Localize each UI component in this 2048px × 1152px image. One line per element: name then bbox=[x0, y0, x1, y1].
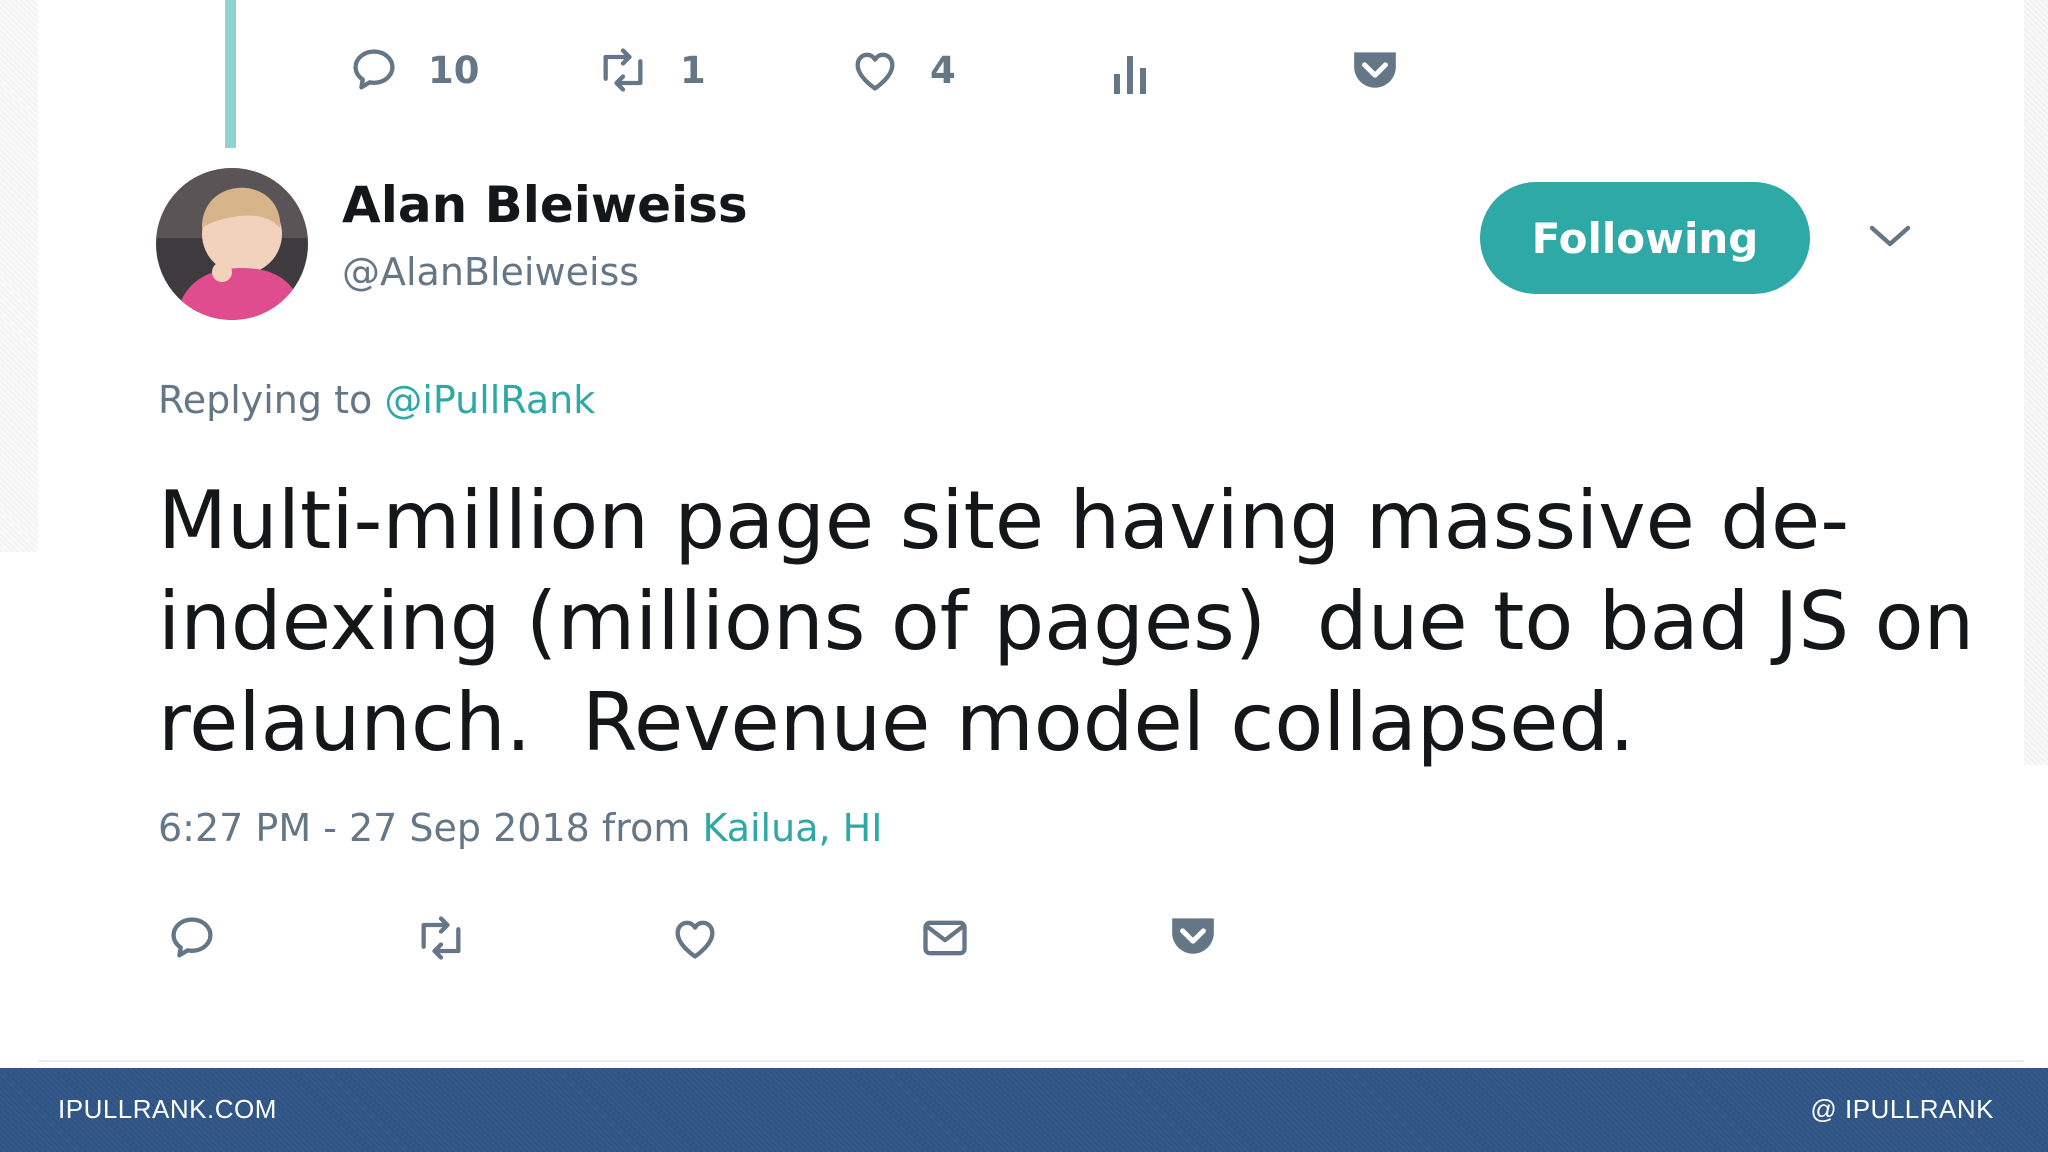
slide-edge-left bbox=[0, 0, 38, 552]
like-icon[interactable] bbox=[668, 912, 722, 964]
following-button[interactable]: Following bbox=[1480, 182, 1810, 294]
retweet-count: 1 bbox=[680, 48, 706, 92]
pocket-icon[interactable] bbox=[1168, 912, 1218, 958]
divider bbox=[38, 1060, 2024, 1062]
footer-site-url: IPULLRANK.COM bbox=[58, 1094, 277, 1124]
user-handle[interactable]: @AlanBleiweiss bbox=[342, 250, 639, 294]
footer-twitter-handle: @ IPULLRANK bbox=[1810, 1094, 1994, 1124]
retweet-icon[interactable] bbox=[412, 912, 470, 964]
tweet-location-link[interactable]: Kailua, HI bbox=[702, 806, 882, 850]
pocket-icon[interactable] bbox=[1350, 46, 1400, 92]
footer-bar bbox=[0, 1068, 2048, 1152]
reply-count: 10 bbox=[428, 48, 480, 92]
reply-icon bbox=[348, 44, 400, 96]
retweet-icon bbox=[594, 44, 652, 96]
tweet-text: Multi-million page site having massive d… bbox=[158, 470, 1988, 773]
prev-like-action[interactable]: 4 bbox=[848, 44, 956, 96]
avatar[interactable] bbox=[156, 168, 308, 320]
prev-retweet-action[interactable]: 1 bbox=[594, 44, 706, 96]
tweet-text-line: relaunch. Revenue model collapsed. bbox=[158, 676, 1635, 769]
tweet-metadata: 6:27 PM - 27 Sep 2018 from Kailua, HI bbox=[158, 806, 882, 850]
slide-edge-right bbox=[2024, 0, 2048, 765]
thread-connector-line bbox=[225, 0, 236, 148]
replying-to: Replying to @iPullRank bbox=[158, 378, 595, 422]
chevron-down-icon[interactable] bbox=[1868, 222, 1912, 254]
from-label: from bbox=[601, 806, 691, 850]
replying-mention-link[interactable]: @iPullRank bbox=[384, 378, 595, 422]
tweet-timestamp[interactable]: 6:27 PM - 27 Sep 2018 bbox=[158, 806, 590, 850]
direct-message-icon[interactable] bbox=[918, 912, 972, 964]
slide: 10 1 4 Alan Bleiweiss @AlanBleiweiss Fol… bbox=[0, 0, 2048, 1152]
display-name[interactable]: Alan Bleiweiss bbox=[342, 176, 748, 234]
analytics-icon[interactable] bbox=[1110, 50, 1150, 98]
tweet-text-line: indexing (millions of pages) due to bad … bbox=[158, 575, 1975, 668]
tweet-text-line: Multi-million page site having massive d… bbox=[158, 474, 1850, 567]
prev-reply-action[interactable]: 10 bbox=[348, 44, 480, 96]
like-count: 4 bbox=[930, 48, 956, 92]
like-icon bbox=[848, 44, 902, 96]
reply-icon[interactable] bbox=[166, 912, 218, 964]
replying-prefix: Replying to bbox=[158, 378, 373, 422]
